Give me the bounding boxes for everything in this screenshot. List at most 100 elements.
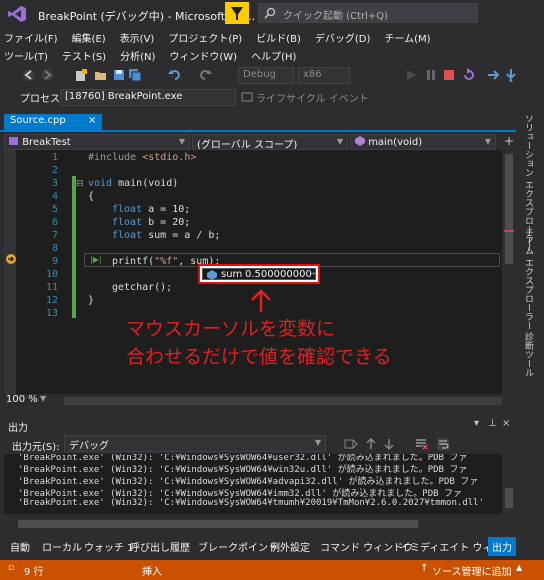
collapse-icon[interactable]: ⊟ <box>76 179 84 189</box>
editor-horizontal-scrollbar[interactable] <box>64 397 502 405</box>
pin-panel-icon[interactable]: ⊥ <box>488 418 497 429</box>
menu-project[interactable]: プロジェクト(P) <box>164 28 246 47</box>
status-icon: ▫ <box>8 563 15 573</box>
diagnostic-tools-tab[interactable]: 診断ツール <box>522 332 535 377</box>
notification-flag-icon[interactable] <box>225 2 249 24</box>
menu-bar-row-1: ファイル(F) 編集(E) 表示(V) プロジェクト(P) ビルド(B) デバッグ(D) チ… <box>0 28 544 46</box>
show-next-statement-icon[interactable] <box>486 68 500 82</box>
data-tip-name: sum <box>221 269 243 280</box>
status-line: 9 行 <box>24 567 44 578</box>
menu-test[interactable]: テスト(S) <box>58 46 110 65</box>
menu-tools[interactable]: ツール(T) <box>0 46 52 65</box>
pin-icon[interactable]: ⊸ <box>309 269 316 278</box>
save-icon[interactable] <box>112 68 126 82</box>
undo-icon[interactable] <box>168 68 182 82</box>
tab-immediate-window[interactable]: イミディエイト ウィ... <box>400 539 502 554</box>
close-tab-icon[interactable]: × <box>88 115 96 126</box>
menu-help[interactable]: ヘルプ(H) <box>247 46 300 65</box>
solution-configuration-select[interactable]: Debug <box>238 67 294 84</box>
tab-output[interactable]: 出力 <box>488 537 516 556</box>
data-tip-row[interactable]: sum 0.500000000 ⊸ <box>202 268 316 280</box>
output-toolbar: 出力元(S): デバッグ ▼ <box>4 434 516 454</box>
next-message-icon[interactable] <box>382 437 396 451</box>
tab-label: Source.cpp <box>10 115 66 126</box>
project-select[interactable]: BreakTest ▼ <box>4 134 190 150</box>
code-line-1: #include <stdio.h> <box>88 152 197 163</box>
break-all-icon[interactable] <box>424 68 438 82</box>
output-text-area[interactable]: 'BreakPoint.exe' (Win32): 'C:¥Windows¥Sy… <box>4 454 516 514</box>
word-wrap-icon[interactable] <box>436 437 450 451</box>
close-panel-icon[interactable]: × <box>502 418 510 429</box>
tab-watch-1[interactable]: ウォッチ 1 <box>84 539 134 554</box>
output-source-select[interactable]: デバッグ ▼ <box>64 435 326 452</box>
stop-debugging-icon[interactable] <box>442 68 456 82</box>
menu-view[interactable]: 表示(V) <box>116 28 159 47</box>
menu-window[interactable]: ウィンドウ(W) <box>165 46 241 65</box>
menu-file[interactable]: ファイル(F) <box>0 28 62 47</box>
split-editor-icon[interactable]: + <box>504 134 514 148</box>
tab-locals[interactable]: ローカル <box>42 539 82 554</box>
tab-breakpoints[interactable]: ブレークポイント <box>198 539 278 554</box>
lifecycle-events-icon[interactable] <box>240 90 254 104</box>
menu-build[interactable]: ビルド(B) <box>252 28 305 47</box>
code-line-11: getchar(); <box>112 282 173 293</box>
chevron-down-icon: ▼ <box>336 137 343 146</box>
function-icon <box>355 136 365 146</box>
add-to-source-control-button[interactable]: ソース管理に追加 <box>432 563 512 578</box>
editor-zoom-bar: 100 % ▼ <box>4 394 516 408</box>
quick-launch-input[interactable]: クイック起動 (Ctrl+Q) <box>258 3 478 23</box>
tab-call-stack[interactable]: 呼び出し履歴 <box>130 539 190 554</box>
team-explorer-tab[interactable]: チーム エクスプローラー <box>522 228 535 330</box>
variable-icon <box>207 270 217 280</box>
chevron-down-icon[interactable]: ▼ <box>40 394 46 403</box>
tab-autos[interactable]: 自動 <box>10 539 30 554</box>
breakpoint-margin[interactable] <box>4 150 16 394</box>
chevron-up-icon[interactable]: ▲ <box>516 563 522 572</box>
navigate-forward-icon[interactable] <box>40 68 54 82</box>
navigate-back-icon[interactable] <box>22 68 36 82</box>
code-line-6: float b = 20; <box>112 217 191 228</box>
step-into-icon[interactable] <box>504 68 518 82</box>
chevron-down-icon: ▼ <box>484 137 491 146</box>
data-tip-value: 0.500000000 <box>245 269 312 280</box>
open-file-icon[interactable] <box>94 68 108 82</box>
editor-vertical-scrollbar[interactable] <box>502 150 516 394</box>
data-tip[interactable]: sum 0.500000000 ⊸ <box>198 264 320 284</box>
previous-message-icon[interactable] <box>364 437 378 451</box>
zoom-select[interactable]: 100 % <box>6 394 38 405</box>
output-panel-header: 出力 ▾ ⊥ × <box>4 416 516 434</box>
output-horizontal-scrollbar[interactable] <box>4 518 516 530</box>
debug-location-toolbar: プロセス: [18760] BreakPoint.exe ライフサイクル イベン… <box>0 86 544 108</box>
solution-platform-select[interactable]: x86 <box>298 67 350 84</box>
process-label: プロセス: <box>20 94 64 105</box>
code-line-7: float sum = a / b; <box>112 230 221 241</box>
find-message-icon[interactable] <box>344 437 358 451</box>
output-vertical-scrollbar[interactable] <box>502 454 516 514</box>
member-select[interactable]: main(void) ▼ <box>350 134 496 150</box>
redo-icon[interactable] <box>198 68 212 82</box>
continue-icon[interactable] <box>404 68 418 82</box>
restart-icon[interactable] <box>462 68 476 82</box>
line-number: 7 <box>51 230 58 241</box>
run-to-click-icon[interactable]: |▶| <box>90 255 102 264</box>
code-line-3: void main(void) <box>88 178 179 189</box>
menu-edit[interactable]: 編集(E) <box>68 28 110 47</box>
scope-select[interactable]: (グローバル スコープ) ▼ <box>192 134 348 150</box>
title-bar: BreakPoint (デバッグ中) - Microsoft Vis... クイ… <box>0 0 544 28</box>
output-line: 'BreakPoint.exe' (Win32): 'C:¥Windows¥Sy… <box>18 498 490 508</box>
annotation-line-2: 合わせるだけで値を確認できる <box>126 346 392 368</box>
menu-analyze[interactable]: 分析(N) <box>116 46 159 65</box>
clear-all-icon[interactable] <box>414 437 428 451</box>
tab-source-cpp[interactable]: Source.cpp × <box>4 114 102 130</box>
save-all-icon[interactable] <box>128 68 142 82</box>
code-line-4: { <box>88 191 95 202</box>
panel-options-icon[interactable]: ▾ <box>474 418 479 429</box>
menu-team[interactable]: チーム(M) <box>380 28 434 47</box>
menu-debug[interactable]: デバッグ(D) <box>311 28 375 47</box>
process-select[interactable]: [18760] BreakPoint.exe <box>60 89 236 106</box>
output-title: 出力 <box>8 423 28 434</box>
lifecycle-events-label[interactable]: ライフサイクル イベント <box>256 90 369 105</box>
new-project-icon[interactable] <box>74 68 88 82</box>
change-tracking-bar <box>72 176 76 318</box>
tab-exception-settings[interactable]: 例外設定 <box>270 539 310 554</box>
